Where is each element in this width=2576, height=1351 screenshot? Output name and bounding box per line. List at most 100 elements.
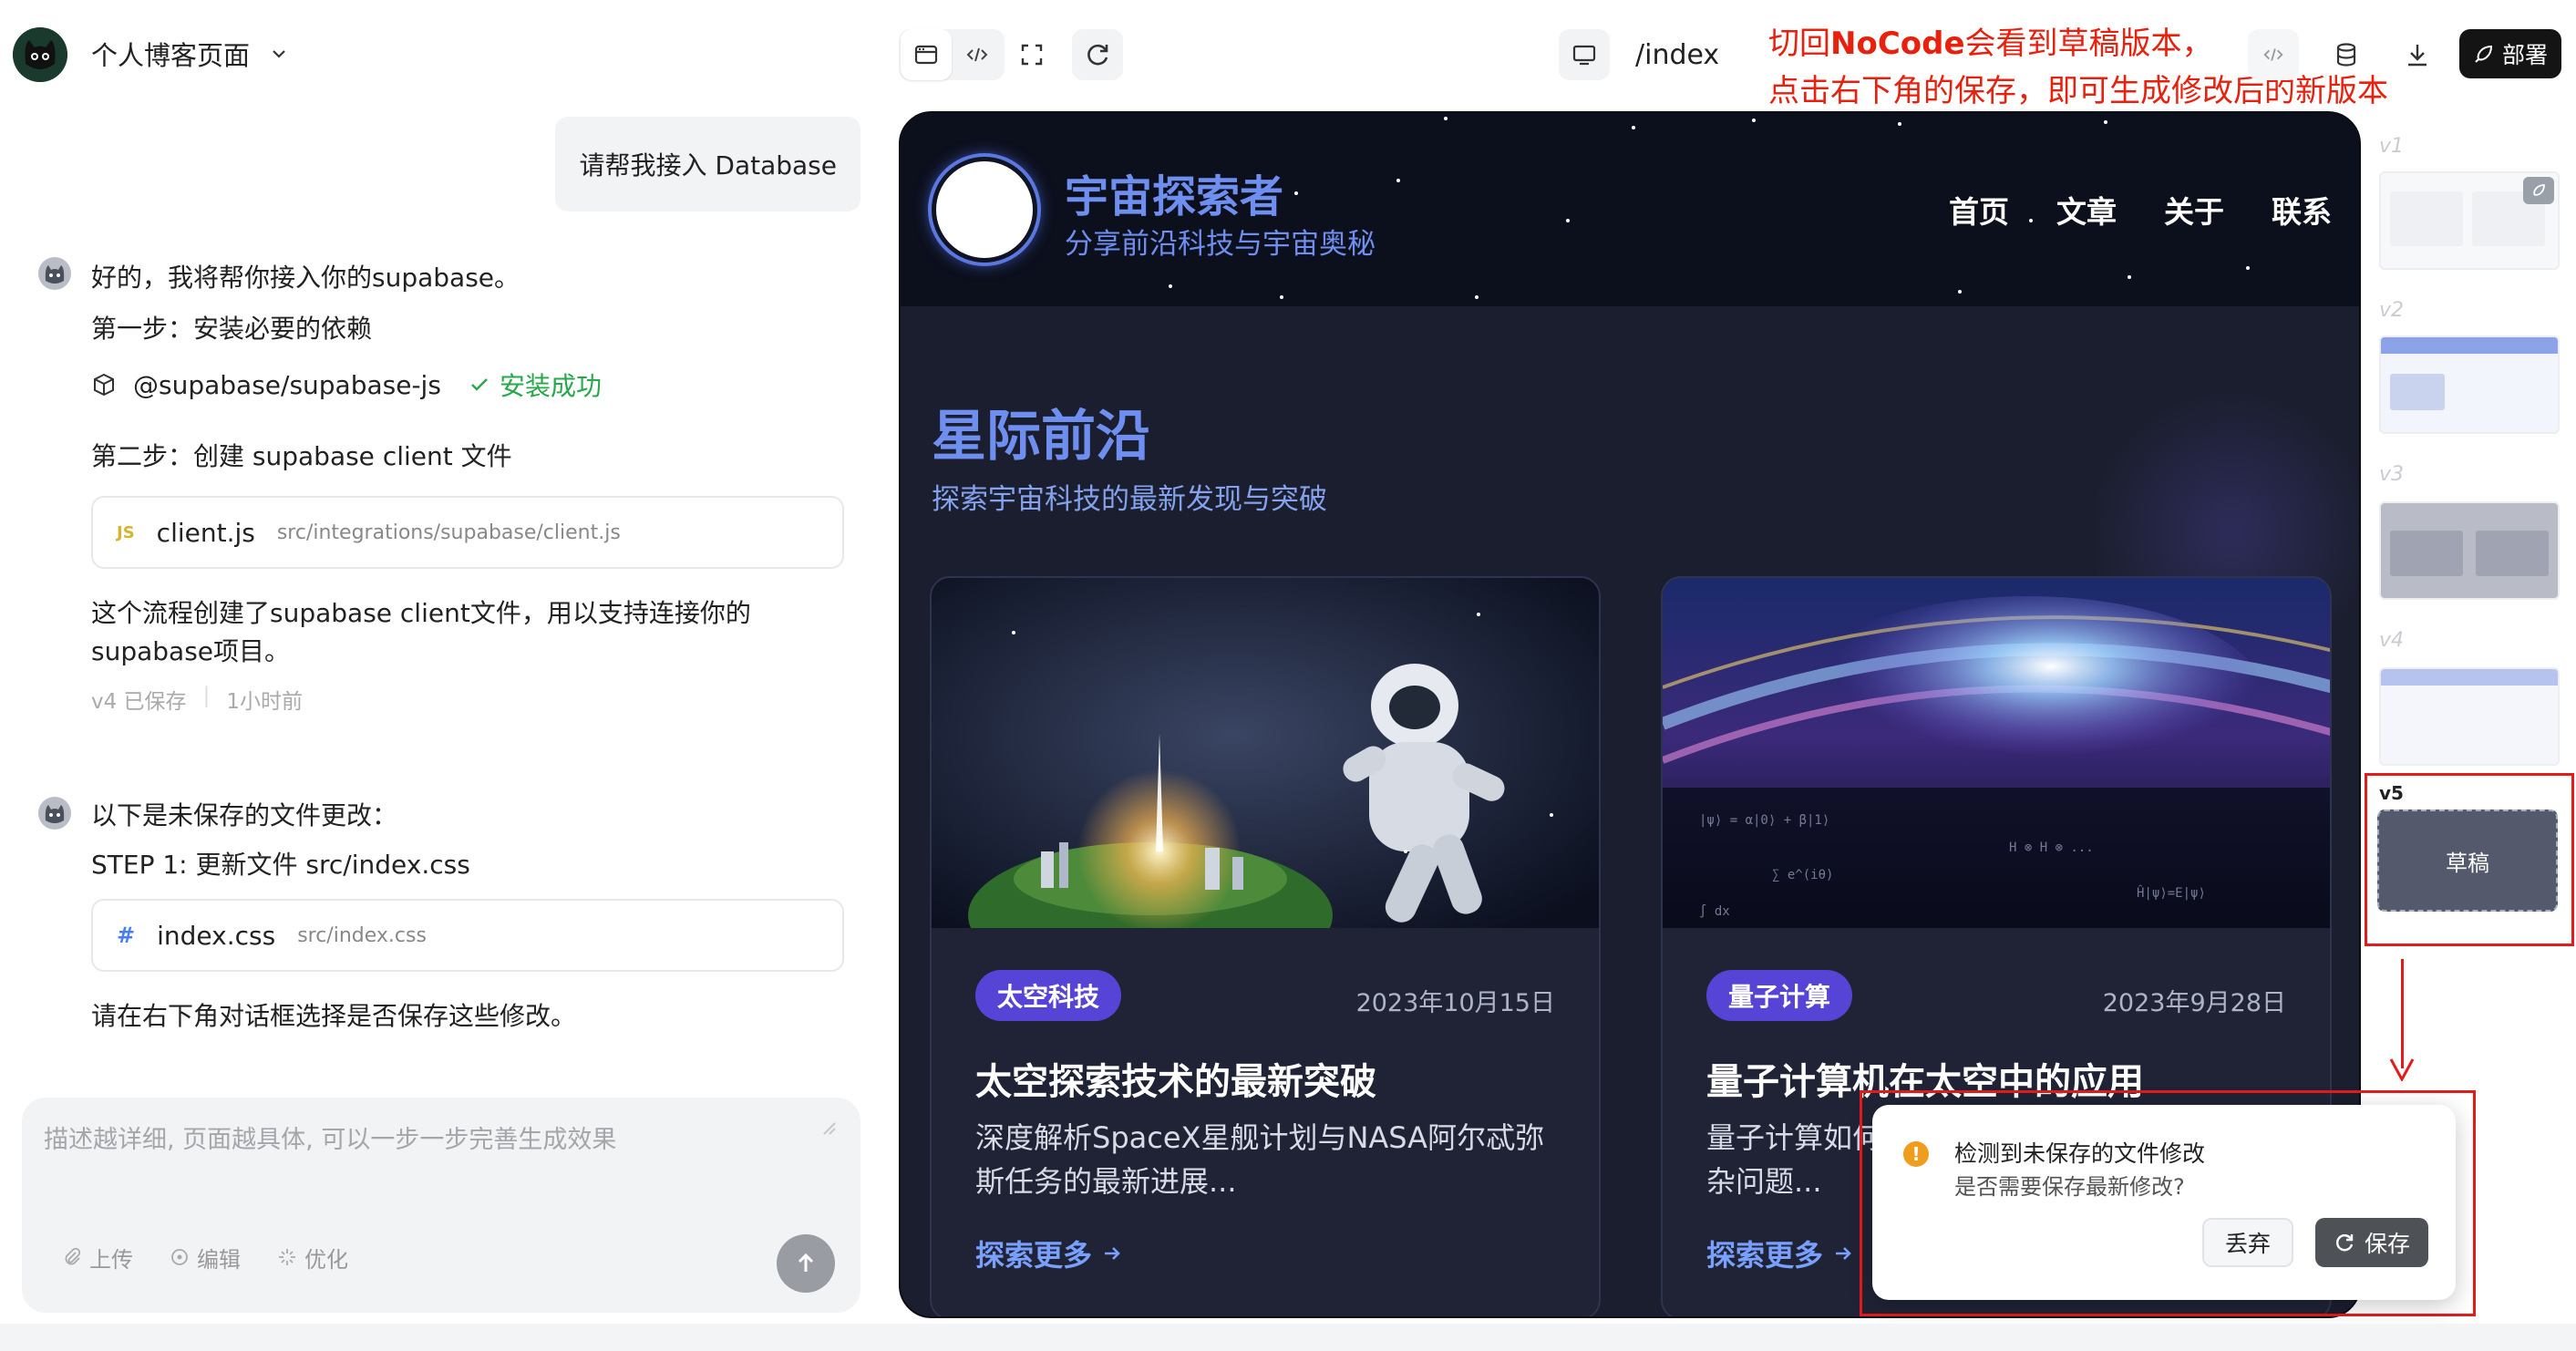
file-card-client[interactable]: JS client.js src/integrations/supabase/c… — [91, 496, 844, 569]
file-path: src/index.css — [297, 923, 427, 947]
version-meta[interactable]: v4 已保存 — [91, 684, 187, 715]
device-button[interactable] — [1559, 29, 1610, 80]
step1-text: 第一步：安装必要的依赖 — [91, 314, 373, 344]
file-path: src/integrations/supabase/client.js — [276, 521, 621, 544]
user-message: 请帮我接入 Database — [555, 117, 860, 211]
arrow-up-icon — [798, 1253, 814, 1272]
article-date: 2023年10月15日 — [1355, 989, 1555, 1017]
check-icon — [471, 378, 488, 391]
bottom-strip — [0, 1324, 2576, 1351]
chat-panel: 请帮我接入 Database 好的，我将帮你接入你的supabase。 第一步：… — [0, 109, 893, 1351]
version-label: v3 — [2379, 463, 2405, 486]
package-row: @supabase/supabase-js 安装成功 — [91, 366, 602, 403]
bot2-outro: 请在右下角对话框选择是否保存这些修改。 — [91, 1001, 577, 1031]
fullscreen-button[interactable] — [1006, 29, 1057, 80]
version-thumb-v1[interactable] — [2379, 171, 2560, 270]
nav-articles[interactable]: 文章 — [2056, 188, 2117, 232]
save-button[interactable]: 保存 — [2315, 1218, 2428, 1267]
discard-button[interactable]: 丢弃 — [2202, 1218, 2293, 1267]
version-thumb-v2[interactable] — [2379, 335, 2560, 434]
download-button[interactable] — [2392, 29, 2443, 80]
star — [2128, 275, 2131, 279]
fullscreen-icon — [1021, 44, 1043, 66]
route-display[interactable]: /index — [1559, 29, 1719, 80]
bot-avatar — [38, 797, 71, 830]
nav-contact[interactable]: 联系 — [2272, 188, 2332, 232]
annotation-suffix: 会看到草稿版本， — [1964, 26, 2213, 62]
star — [1169, 284, 1172, 288]
install-status: 安装成功 — [469, 366, 602, 403]
package-icon — [94, 373, 114, 397]
read-more-link[interactable]: 探索更多 — [975, 1232, 1123, 1274]
step2-text: 第二步：创建 supabase client 文件 — [91, 441, 512, 471]
hero-title: 星际前沿 — [932, 405, 1150, 469]
annotation-arrow-head-icon — [2389, 1058, 2415, 1081]
star — [1632, 126, 1635, 129]
package-name: @supabase/supabase-js — [133, 369, 441, 400]
svg-text:H ⊗ H ⊗ ...: H ⊗ H ⊗ ... — [2009, 841, 2094, 855]
code-icon — [2263, 48, 2283, 61]
code-view-button[interactable] — [952, 29, 1003, 80]
edit-label: 编辑 — [197, 1246, 241, 1273]
optimize-button[interactable]: 优化 — [264, 1236, 361, 1278]
code-export-button[interactable] — [2248, 29, 2299, 80]
database-button[interactable] — [2321, 29, 2372, 80]
thumb-block — [2390, 531, 2463, 576]
paperclip-icon — [65, 1247, 81, 1265]
article-card[interactable]: 太空科技 2023年10月15日 太空探索技术的最新突破 深度解析SpaceX星… — [930, 576, 1601, 1316]
star — [1898, 122, 1901, 126]
upload-label: 上传 — [89, 1246, 133, 1273]
summary-line1: 这个流程创建了supabase client文件，用以支持连接你的 — [91, 598, 751, 628]
category-tag[interactable]: 量子计算 — [1706, 970, 1853, 1021]
arrow-right-icon — [1105, 1247, 1120, 1260]
database-icon — [2336, 43, 2356, 67]
annotation-prefix: 切回 — [1768, 26, 1830, 62]
warning-icon: ! — [1903, 1141, 1929, 1167]
article-date: 2023年9月28日 — [2102, 989, 2286, 1017]
star — [1280, 295, 1283, 299]
message-meta: v4 已保存 | 1小时前 — [91, 684, 303, 715]
star — [1396, 179, 1400, 182]
nav-home[interactable]: 首页 — [1949, 188, 2009, 232]
app-logo-icon[interactable] — [13, 27, 67, 82]
browser-icon — [914, 45, 938, 65]
file-card-index-css[interactable]: # index.css src/index.css — [91, 899, 844, 972]
project-selector[interactable]: 个人博客页面 — [91, 35, 288, 73]
refresh-icon — [2335, 1234, 2354, 1252]
top-bar: 个人博客页面 /index 切回NoCode会看到草稿版本， 点击右下角的保存，… — [0, 0, 2576, 109]
upload-button[interactable]: 上传 — [49, 1236, 146, 1278]
quantum-image: |ψ⟩ = α|0⟩ + β|1⟩ H ⊗ H ⊗ ... ∑ e^(iθ) Ĥ|ψ⟩… — [1663, 578, 2330, 928]
file-name: index.css — [157, 920, 276, 951]
version-thumb-v3[interactable] — [2379, 501, 2560, 600]
bot2-step: STEP 1: 更新文件 src/index.css — [91, 850, 470, 880]
star — [1958, 290, 1962, 294]
meta-divider: | — [202, 684, 211, 707]
preview-view-button[interactable] — [901, 29, 952, 80]
input-tools: 上传 编辑 优化 — [49, 1236, 361, 1278]
version-label: v4 — [2379, 629, 2405, 652]
read-more-label: 探索更多 — [975, 1238, 1093, 1273]
site-nav: 首页 文章 关于 联系 — [1949, 188, 2332, 232]
article-title[interactable]: 太空探索技术的最新突破 — [975, 1052, 1376, 1105]
refresh-icon — [1087, 44, 1108, 66]
thumb-block — [2390, 191, 2463, 246]
send-button[interactable] — [777, 1234, 835, 1293]
annotation-arrow-line — [2401, 959, 2404, 1068]
refresh-button[interactable] — [1072, 29, 1123, 80]
version-thumb-v4[interactable] — [2379, 667, 2560, 766]
read-more-link[interactable]: 探索更多 — [1706, 1232, 1854, 1274]
deploy-button[interactable]: 部署 — [2459, 29, 2561, 78]
chat-input-placeholder[interactable]: 描述越详细, 页面越具体, 可以一步一步完善生成效果 — [44, 1119, 616, 1155]
read-more-label: 探索更多 — [1706, 1238, 1824, 1273]
unsaved-changes-dialog: ! 检测到未保存的文件修改 是否需要保存最新修改? 丢弃 保存 — [1872, 1105, 2456, 1300]
category-tag[interactable]: 太空科技 — [975, 970, 1122, 1021]
article-desc-line: 深度解析SpaceX星舰计划与NASA阿尔忒弥 — [975, 1120, 1545, 1155]
chat-input-box[interactable]: 描述越详细, 页面越具体, 可以一步一步完善生成效果 上传 编辑 优化 — [22, 1098, 860, 1313]
view-toggle — [899, 29, 1005, 80]
version-label: v2 — [2379, 299, 2405, 322]
nav-about[interactable]: 关于 — [2164, 188, 2224, 232]
bot2-intro: 以下是未保存的文件更改： — [91, 800, 398, 830]
site-logo[interactable] — [932, 157, 1037, 263]
edit-button[interactable]: 编辑 — [157, 1236, 253, 1278]
dialog-subtitle: 是否需要保存最新修改? — [1954, 1174, 2185, 1200]
